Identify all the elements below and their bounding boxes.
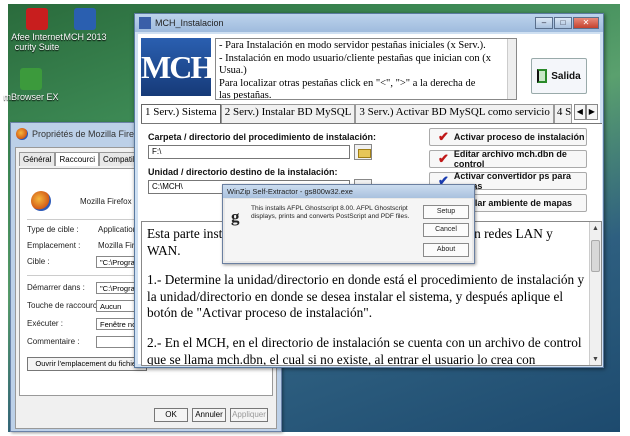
- properties-footer: OK Annuler Appliquer: [154, 408, 268, 422]
- close-button[interactable]: ✕: [573, 17, 599, 29]
- firefox-large-icon: [31, 191, 51, 211]
- source-dir-field[interactable]: F:\: [148, 145, 350, 159]
- app-name: Mozilla Firefox: [80, 197, 132, 206]
- source-dir-label: Carpeta / directorio del procedimiento d…: [148, 132, 377, 142]
- exit-door-icon: [537, 69, 548, 83]
- instructions-scrollbar[interactable]: ▲ ▼: [589, 222, 601, 365]
- editar-mch-dbn-button[interactable]: ✔ Editar archivo mch.dbn de control: [429, 149, 587, 169]
- scroll-down-icon[interactable]: ▼: [590, 353, 601, 365]
- info-line: - Instalación en modo usuario/cliente pe…: [219, 52, 492, 64]
- tab-instalar-bd-mysql[interactable]: 2 Serv.) Instalar BD MySQL: [220, 104, 356, 123]
- mcafee-icon: [26, 8, 48, 30]
- activar-instalacion-button[interactable]: ✔ Activar proceso de instalación: [429, 128, 587, 146]
- app-icon: [139, 17, 151, 29]
- dest-dir-label: Unidad / directorio destino de la instal…: [148, 167, 338, 177]
- button-label: Activar proceso de instalación: [453, 132, 585, 142]
- salida-label: Salida: [551, 70, 581, 82]
- ok-button[interactable]: OK: [154, 408, 188, 422]
- button-label: Editar archivo mch.dbn de control: [453, 149, 567, 169]
- tab-activar-bd-mysql[interactable]: 3 Serv.) Activar BD MySQL como servicio: [355, 104, 554, 123]
- tab-4[interactable]: 4 S: [553, 104, 572, 123]
- browse-source-folder-icon[interactable]: [354, 144, 372, 160]
- mch-titlebar[interactable]: MCH_Instalacion – □ ✕: [135, 14, 603, 32]
- minimize-button[interactable]: –: [535, 17, 553, 29]
- open-location-button[interactable]: Ouvrir l'emplacement du fichier: [27, 357, 147, 371]
- tab-scroll-arrows: ◀ ▶: [573, 104, 598, 123]
- desktop-icon-mch[interactable]: MCH 2013: [50, 8, 120, 42]
- check-icon: ✔: [438, 151, 449, 166]
- winzip-title[interactable]: WinZip Self-Extractor - gs800w32.exe: [223, 185, 474, 198]
- check-icon: ✔: [438, 129, 449, 144]
- browser-icon: [20, 68, 42, 90]
- scroll-thumb[interactable]: [591, 240, 600, 272]
- about-button[interactable]: About: [423, 243, 469, 257]
- window-title: MCH_Instalacion: [155, 18, 224, 28]
- comment-label: Commentaire :: [27, 337, 80, 346]
- winzip-dialog[interactable]: WinZip Self-Extractor - gs800w32.exe g T…: [222, 184, 475, 264]
- tab-strip: 1 Serv.) Sistema 2 Serv.) Instalar BD My…: [141, 104, 602, 123]
- apply-button[interactable]: Appliquer: [230, 408, 268, 422]
- window-controls: – □ ✕: [535, 17, 599, 29]
- info-line: las pestañas.: [219, 90, 272, 100]
- mch-logo: MCH: [141, 38, 215, 96]
- location-label: Emplacement :: [27, 241, 81, 250]
- start-in-label: Démarrer dans :: [27, 283, 85, 292]
- run-label: Exécuter :: [27, 319, 64, 328]
- type-label: Type de cible :: [27, 225, 79, 234]
- setup-button[interactable]: Setup: [423, 205, 469, 219]
- desktop-icon-browser[interactable]: mBrowser EX: [0, 68, 66, 102]
- mch-shortcut-icon: [74, 8, 96, 30]
- instructions-paragraph: 1.- Determine la unidad/directorio en do…: [147, 272, 585, 321]
- desktop: Afee Internet curity Suite MCH 2013 mBro…: [0, 0, 630, 436]
- properties-title: Propriétés de Mozilla Firefox: [32, 129, 147, 139]
- info-line: - Para Instalación en modo servidor pest…: [219, 40, 486, 51]
- info-line: Usua.): [219, 65, 247, 76]
- tab-raccourci[interactable]: Raccourci: [55, 152, 100, 166]
- instructions-paragraph: 2.- En el MCH, en el directorio de insta…: [147, 334, 582, 366]
- salida-button[interactable]: Salida: [531, 58, 587, 94]
- scroll-up-icon[interactable]: ▲: [590, 222, 601, 234]
- maximize-button[interactable]: □: [554, 17, 572, 29]
- info-box: - Para Instalación en modo servidor pest…: [215, 38, 517, 100]
- info-scrollbar[interactable]: [507, 39, 516, 99]
- desktop-icon-label: mBrowser EX: [3, 92, 59, 102]
- type-value: Application: [98, 225, 138, 234]
- cancel-button[interactable]: Annuler: [192, 408, 226, 422]
- target-label: Cible :: [27, 257, 50, 266]
- shortcut-key-label: Touche de raccourci :: [27, 301, 104, 310]
- tab-right-arrow-icon[interactable]: ▶: [585, 104, 598, 120]
- ghostscript-icon: g: [231, 207, 240, 226]
- firefox-icon: [16, 128, 28, 140]
- tab-general[interactable]: Général: [19, 152, 56, 166]
- winzip-body: g This installs AFPL Ghostscript 8.00. A…: [225, 199, 472, 261]
- info-line: Para localizar otras pestañas click en "…: [219, 77, 476, 89]
- desktop-icon-label: MCH 2013: [63, 32, 107, 42]
- cancel-button[interactable]: Cancel: [423, 223, 469, 237]
- desktop-icon-label-2: curity Suite: [14, 42, 60, 52]
- tab-left-arrow-icon[interactable]: ◀: [573, 104, 586, 120]
- winzip-message: This installs AFPL Ghostscript 8.00. AFP…: [251, 205, 410, 220]
- tab-serv-sistema[interactable]: 1 Serv.) Sistema: [141, 104, 221, 123]
